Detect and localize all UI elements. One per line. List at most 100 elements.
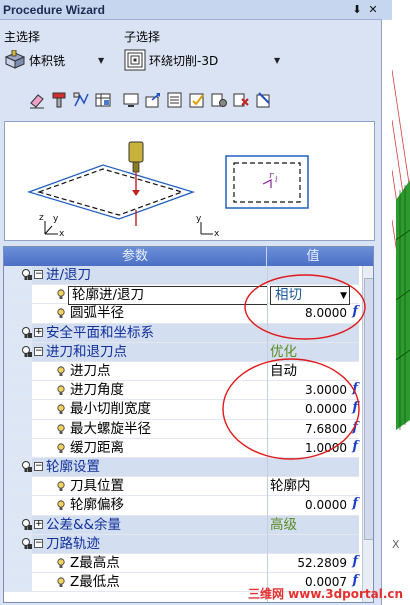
column-divider [267,266,268,602]
grid-param-row[interactable]: 圆弧半径 8.0000 f [4,304,359,324]
group-bulb-icon [22,461,32,472]
title-bar: Procedure Wizard ⬇ ✕ [0,0,382,20]
settings-icon[interactable] [210,91,228,109]
param-name: 进刀点 [70,363,111,379]
bulb-icon [57,385,65,396]
param-numeric-value[interactable]: 7.6800 [305,421,347,438]
param-name: 最大螺旋半径 [70,420,151,437]
monitor-icon[interactable] [122,91,140,109]
grid-param-row[interactable]: 最小切削宽度 0.0000 f [4,400,359,420]
panel-edge [382,0,392,20]
axis-x-label: x [59,229,65,239]
grid-param-row[interactable]: 进刀角度 3.0000 f [4,381,359,401]
expand-icon[interactable]: + [34,327,43,337]
vertical-scrollbar[interactable] [362,266,373,602]
close-icon[interactable]: ✕ [366,2,380,17]
grid-param-row[interactable]: Z最高点 52.2809 f [4,554,359,574]
param-numeric-value[interactable]: 3.0000 [305,382,347,399]
collapse-icon[interactable]: − [34,270,43,279]
pin-icon[interactable]: ⬇ [350,2,364,17]
grid-group-row[interactable]: + 公差&&余量 高级 [4,515,359,535]
param-numeric-value[interactable]: 1.0000 [305,440,347,457]
dropdown-arrow-icon[interactable]: ▼ [340,288,347,305]
param-name: 进刀和退刀点 [46,343,127,360]
param-name: Z最高点 [70,555,120,571]
delete-icon[interactable] [232,91,250,109]
main-select-arrow-icon[interactable]: ▼ [98,56,104,65]
param-numeric-value[interactable]: 52.2809 [297,555,347,572]
function-icon[interactable]: f [352,496,358,511]
grid-param-row[interactable]: 轮廓偏移 0.0000 f [4,496,359,516]
param-name: 轮廓偏移 [70,497,124,514]
marker-r: r [269,171,274,181]
viewport-3d-graphic: X [392,69,410,551]
bulb-icon [57,423,65,434]
bulb-icon [57,443,65,453]
param-value[interactable]: 轮廓内 [270,478,311,495]
bulb-icon [57,481,65,492]
grid-group-row[interactable]: − 轮廓设置 [4,458,359,478]
path-select-icon[interactable] [72,91,90,109]
grid-group-row[interactable]: − 进刀和退刀点 优化 [4,342,359,362]
bulb-icon [57,289,65,300]
table-icon[interactable] [94,91,112,109]
param-numeric-value[interactable]: 8.0000 [305,305,347,322]
param-value: 高级 [270,516,297,533]
grid-param-row[interactable]: 缓刀距离 1.0000 f [4,438,359,458]
bulb-icon [57,558,65,568]
row-gutter [4,554,32,573]
group-bulb-icon [22,326,32,338]
row-gutter [4,400,32,419]
grid-param-row[interactable]: 轮廓进/退刀 相切 ▼ [4,285,359,306]
function-icon[interactable]: f [352,554,358,569]
row-gutter [4,419,32,438]
function-icon[interactable]: f [352,439,358,454]
grid-group-row[interactable]: − 刀路轨迹 [4,534,359,554]
param-numeric-value[interactable]: 0.0000 [305,401,347,418]
window-title: Procedure Wizard [3,3,105,17]
function-icon[interactable]: f [352,381,358,396]
expand-icon[interactable]: + [34,519,43,529]
function-icon[interactable]: f [352,400,358,415]
list-icon[interactable] [166,91,184,109]
main-select-dropdown[interactable]: 体积铣 [4,48,65,72]
param-value[interactable]: 自动 [270,363,297,380]
grid-group-row[interactable]: − 进/退刀 [4,266,359,286]
collapse-icon[interactable]: − [34,346,43,356]
eraser-icon[interactable] [28,91,46,109]
preview-panel: z y x r i y x [4,121,375,241]
main-select-label: 主选择 [4,30,41,44]
param-name: 进/退刀 [46,267,92,283]
procedure-wizard-panel: Procedure Wizard ⬇ ✕ 主选择 子选择 体积铣 ▼ 环绕切削-… [0,0,382,605]
param-name: 圆弧半径 [70,305,124,322]
grid-group-row[interactable]: + 安全平面和坐标系 [4,323,359,343]
param-name: 轮廓设置 [46,459,100,475]
preview-diagram: z y x r i y x [26,141,309,239]
column-header-parameter[interactable]: 参数 [4,247,267,266]
param-numeric-value[interactable]: 0.0000 [305,497,347,514]
grid-param-row[interactable]: 最大螺旋半径 7.6800 f [4,419,359,439]
column-header-value[interactable]: 值 [268,247,358,266]
row-gutter [4,573,32,592]
parameter-grid: 参数 值 − 进/退刀 轮廓进/退刀 相切 ▼ 圆弧半径 8.0000 f + 安全平面和坐标系 −… [3,246,374,603]
function-icon[interactable]: f [352,304,358,319]
collapse-icon[interactable]: − [34,538,43,548]
group-bulb-icon [22,537,32,549]
group-bulb-icon [22,269,32,280]
collapse-icon[interactable]: − [34,462,43,471]
row-gutter [4,304,32,323]
grid-param-row[interactable]: 刀具位置 轮廓内 [4,477,359,497]
clear-icon[interactable] [254,91,272,109]
param-name: 最小切削宽度 [70,401,151,418]
sub-select-dropdown[interactable]: 环绕切削-3D [124,48,218,72]
scrollbar-thumb[interactable] [364,278,373,540]
sub-select-arrow-icon[interactable]: ▼ [274,56,280,65]
tool-holder-icon[interactable] [50,91,68,109]
param-value: 优化 [270,343,297,360]
export-icon[interactable] [144,91,162,109]
bulb-icon [57,366,65,376]
edit-check-icon[interactable] [188,91,206,109]
function-icon[interactable]: f [352,420,358,435]
grid-param-row[interactable]: 进刀点 自动 [4,362,359,382]
param-value[interactable]: 相切 ▼ [270,286,350,306]
